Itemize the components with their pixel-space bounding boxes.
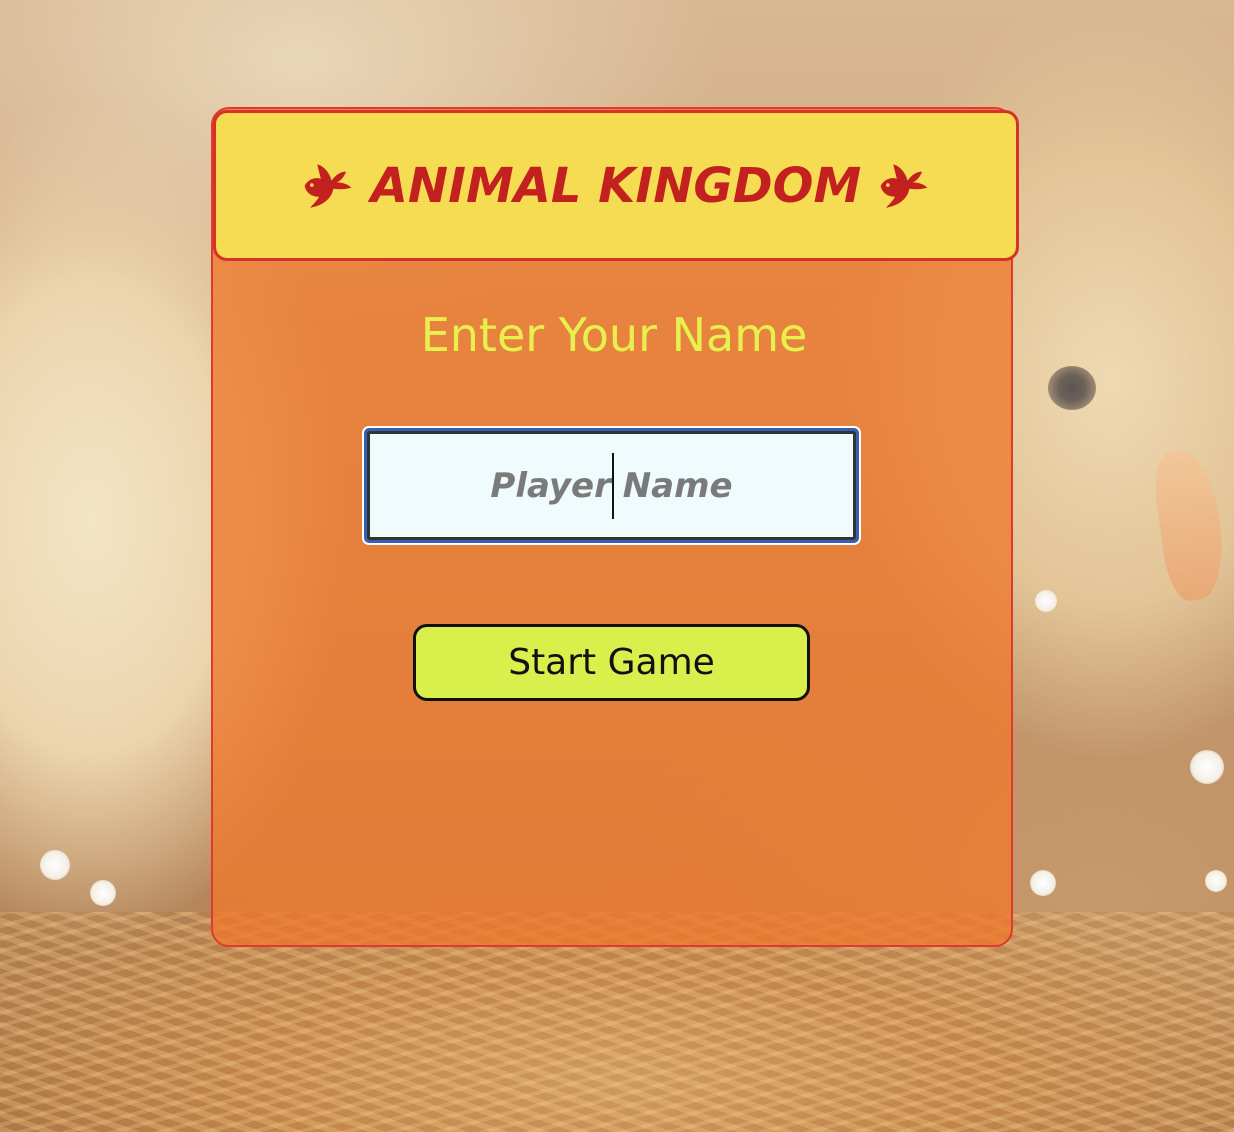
- flower: [1030, 870, 1056, 896]
- chick-beak: [1149, 446, 1231, 604]
- app-title: ANIMAL KINGDOM: [299, 158, 933, 214]
- chick-eye: [1048, 366, 1096, 410]
- flower: [1205, 870, 1227, 892]
- title-banner: ANIMAL KINGDOM: [213, 110, 1019, 261]
- text-caret: [612, 453, 614, 519]
- flower: [40, 850, 70, 880]
- enter-name-prompt: Enter Your Name: [420, 308, 808, 362]
- dove-icon: [880, 163, 928, 208]
- flower: [1035, 590, 1057, 612]
- dove-icon: [304, 163, 352, 208]
- start-game-button[interactable]: Start Game: [413, 624, 810, 701]
- flower: [1190, 750, 1224, 784]
- app-title-text: ANIMAL KINGDOM: [370, 157, 862, 214]
- flower: [90, 880, 116, 906]
